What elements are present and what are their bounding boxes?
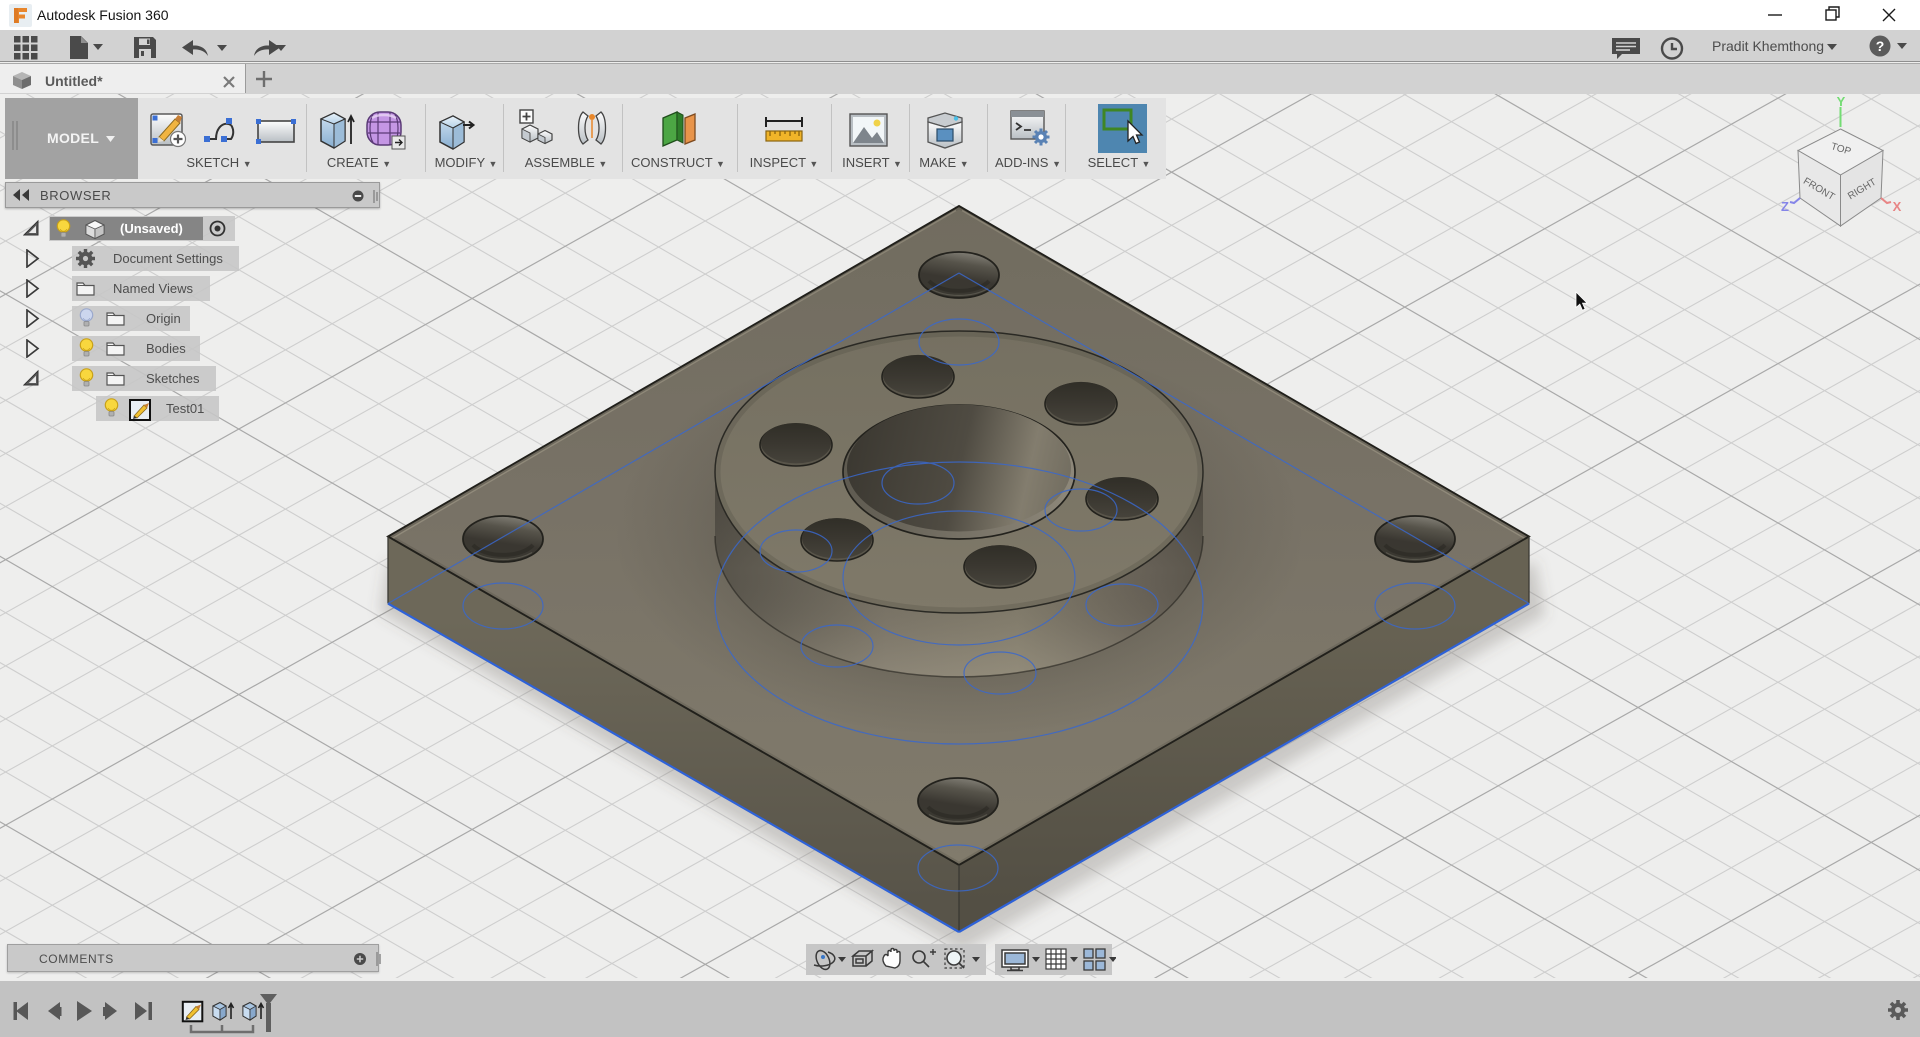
- svg-text:Y: Y: [1837, 94, 1846, 109]
- svg-text:?: ?: [1876, 38, 1885, 54]
- svg-text:Z: Z: [1781, 199, 1789, 214]
- svg-text:X: X: [1893, 199, 1902, 214]
